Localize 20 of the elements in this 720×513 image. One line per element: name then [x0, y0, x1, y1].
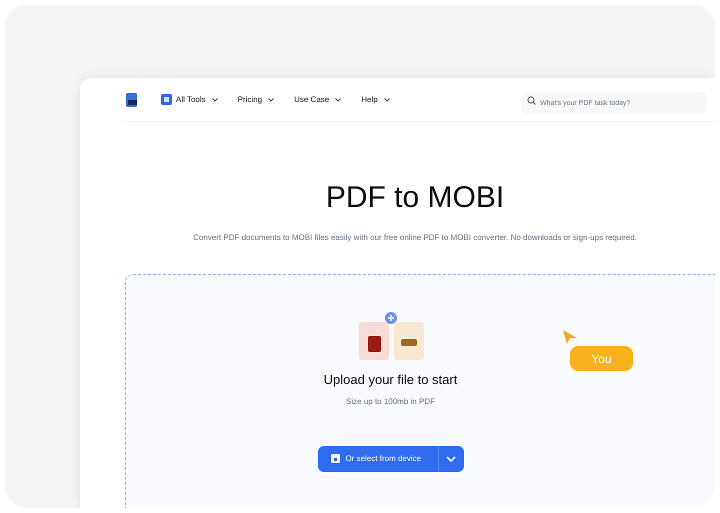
logo-icon [125, 92, 139, 106]
page-subtitle: Convert PDF documents to MOBI files easily with our free online PDF to MOBI converter. No downloads or sign-ups required. [193, 232, 637, 244]
upload-title: Upload your file to start [324, 371, 458, 389]
cursor-label: You [570, 346, 633, 371]
nav-menu-item[interactable]: Use Case [294, 94, 342, 106]
drop-zone[interactable]: Upload your file to start Size up to 100mb in PDF Or select from device You [125, 274, 715, 508]
nav-menu-item[interactable]: Pricing [238, 94, 274, 106]
nav-menu-item[interactable]: All Tools [161, 94, 218, 106]
page-title: PDF to MOBI [326, 180, 504, 216]
chevron-down-icon [384, 98, 390, 102]
chevron-down-icon [212, 98, 218, 102]
chevron-down-icon [335, 98, 342, 102]
search-icon [527, 96, 536, 104]
upload-hint: Size up to 100mb in PDF [346, 396, 435, 408]
nav-menu-item[interactable]: Help [361, 94, 390, 106]
chevron-down-icon [268, 98, 274, 102]
chevron-down-icon [446, 456, 456, 462]
grid-icon [161, 94, 172, 105]
select-device-button[interactable]: Or select from device [318, 446, 464, 472]
cursor-icon [563, 330, 577, 344]
